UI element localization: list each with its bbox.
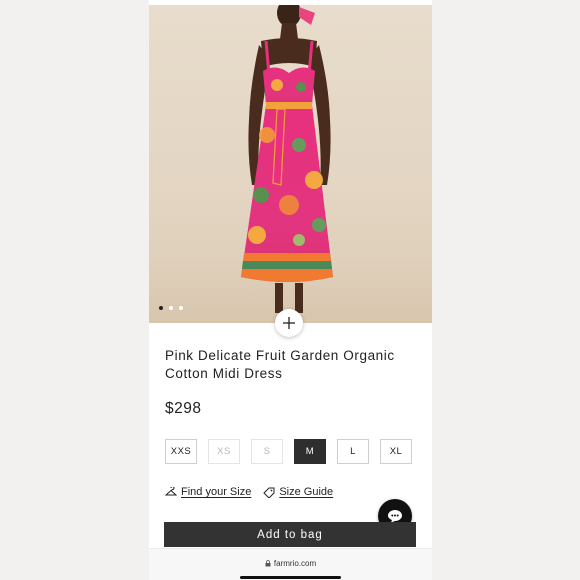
url-text: farmrio.com — [273, 559, 317, 568]
lock-icon — [265, 560, 271, 567]
size-selector: XXS XS S M L XL — [165, 439, 412, 464]
size-option-s[interactable]: S — [251, 439, 283, 464]
gallery-dot[interactable] — [159, 306, 163, 310]
find-size-link[interactable]: Find your Size — [165, 486, 251, 498]
size-option-xs[interactable]: XS — [208, 439, 240, 464]
model-illustration — [241, 5, 333, 313]
size-option-xl[interactable]: XL — [380, 439, 412, 464]
product-price: $298 — [165, 400, 202, 417]
size-option-m[interactable]: M — [294, 439, 326, 464]
size-links: Find your Size Size Guide — [165, 486, 345, 498]
plus-icon — [283, 317, 295, 329]
add-to-bag-button[interactable]: Add to bag — [164, 522, 416, 547]
zoom-button[interactable] — [275, 309, 303, 337]
find-size-label: Find your Size — [181, 486, 252, 498]
home-indicator[interactable] — [240, 576, 341, 579]
product-image[interactable] — [149, 5, 432, 323]
product-page: Pink Delicate Fruit Garden Organic Cotto… — [149, 0, 432, 580]
gallery-dots — [159, 306, 183, 310]
size-guide-link[interactable]: Size Guide — [263, 486, 333, 498]
size-option-l[interactable]: L — [337, 439, 369, 464]
product-title: Pink Delicate Fruit Garden Organic Cotto… — [165, 348, 395, 381]
size-option-xxs[interactable]: XXS — [165, 439, 197, 464]
gallery-dot[interactable] — [179, 306, 183, 310]
url-display[interactable]: farmrio.com — [149, 559, 432, 568]
tag-icon — [263, 487, 275, 498]
size-guide-label: Size Guide — [279, 486, 334, 498]
browser-bar: farmrio.com — [149, 548, 432, 580]
gallery-dot[interactable] — [169, 306, 173, 310]
hanger-icon — [165, 487, 177, 496]
chat-bubble-icon — [388, 510, 402, 523]
